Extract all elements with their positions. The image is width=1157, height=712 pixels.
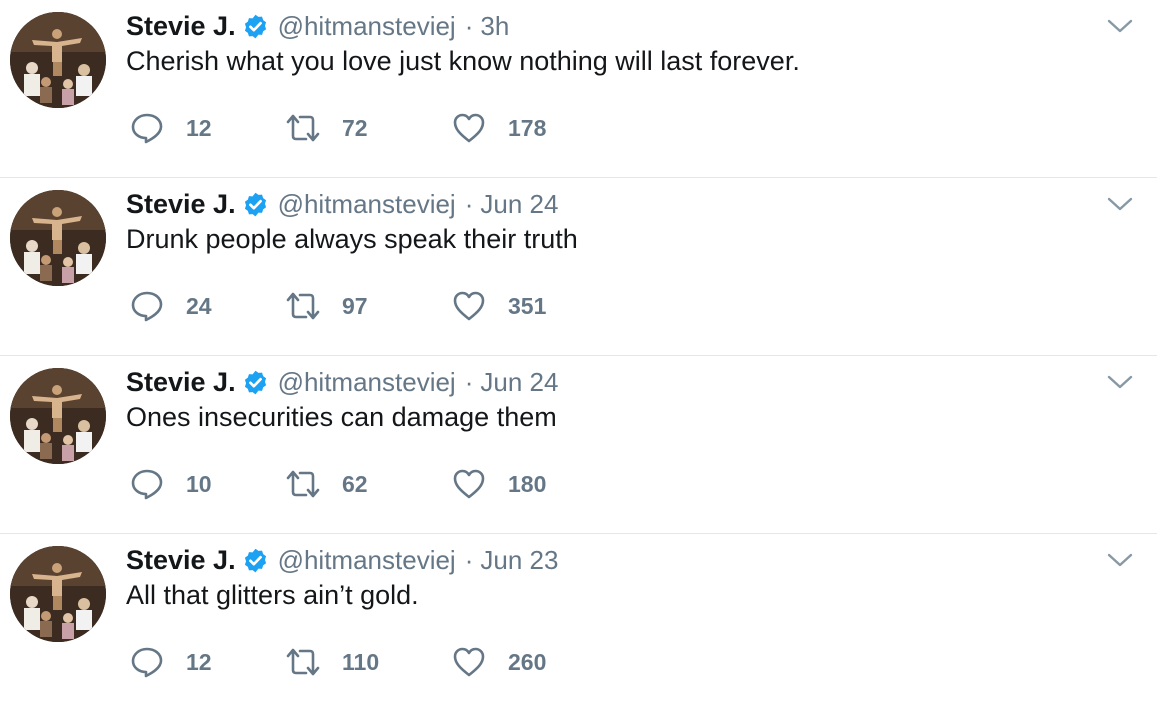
tweet[interactable]: Stevie J. @hitmansteviej · Jun 24 Ones i… [0,356,1157,534]
heart-outline-icon [452,112,486,144]
display-name[interactable]: Stevie J. [126,11,236,42]
avatar[interactable] [10,12,106,108]
tweet-feed: Stevie J. @hitmansteviej · 3h Cherish wh… [0,0,1157,696]
retweet-arrows-icon [284,111,322,145]
like-count: 260 [508,648,547,675]
verified-badge-icon [242,547,269,574]
retweet-count: 110 [342,648,380,675]
display-name[interactable]: Stevie J. [126,367,236,398]
retweet-arrows-icon [284,467,322,501]
retweet-arrows-icon [284,645,322,679]
retweet-arrows-icon [284,289,322,323]
verified-badge-icon [242,13,269,40]
tweet-text: Cherish what you love just know nothing … [126,46,800,76]
retweet-count: 97 [342,292,368,319]
reply-bubble-icon [130,111,164,145]
reply-bubble-icon [130,645,164,679]
retweet-count: 62 [342,470,368,497]
reply-count: 10 [186,470,212,497]
retweet-button[interactable]: 110 [284,642,379,682]
chevron-down-icon[interactable] [1107,552,1133,568]
chevron-down-icon[interactable] [1107,196,1133,212]
reply-bubble-icon [130,289,164,323]
timestamp[interactable]: Jun 24 [480,189,558,220]
tweet-header: Stevie J. @hitmansteviej · 3h [126,6,509,46]
timestamp[interactable]: Jun 23 [480,545,558,576]
verified-badge-icon [242,191,269,218]
reply-bubble-icon [130,467,164,501]
display-name[interactable]: Stevie J. [126,545,236,576]
tweet-text: All that glitters ain’t gold. [126,580,419,610]
reply-count: 12 [186,648,212,675]
separator-dot: · [464,10,474,41]
retweet-button[interactable]: 97 [284,286,368,326]
timestamp[interactable]: 3h [480,11,509,42]
reply-count: 12 [186,114,212,141]
avatar[interactable] [10,368,106,464]
like-count: 178 [508,114,547,141]
reply-button[interactable]: 12 [130,108,212,148]
heart-outline-icon [452,646,486,678]
like-button[interactable]: 351 [452,286,546,326]
avatar[interactable] [10,546,106,642]
chevron-down-icon[interactable] [1107,18,1133,34]
retweet-count: 72 [342,114,368,141]
tweet-header: Stevie J. @hitmansteviej · Jun 24 [126,184,558,224]
tweet[interactable]: Stevie J. @hitmansteviej · Jun 23 All th… [0,534,1157,712]
display-name[interactable]: Stevie J. [126,189,236,220]
separator-dot: · [464,544,474,575]
like-button[interactable]: 260 [452,642,546,682]
separator-dot: · [464,188,474,219]
like-button[interactable]: 180 [452,464,546,504]
tweet-text: Drunk people always speak their truth [126,224,578,254]
heart-outline-icon [452,468,486,500]
like-count: 351 [508,292,547,319]
retweet-button[interactable]: 72 [284,108,368,148]
handle[interactable]: @hitmansteviej [278,367,456,398]
tweet-text: Ones insecurities can damage them [126,402,557,432]
verified-badge-icon [242,369,269,396]
handle[interactable]: @hitmansteviej [278,189,456,220]
like-count: 180 [508,470,547,497]
chevron-down-icon[interactable] [1107,374,1133,390]
heart-outline-icon [452,290,486,322]
timestamp[interactable]: Jun 24 [480,367,558,398]
handle[interactable]: @hitmansteviej [278,11,456,42]
avatar[interactable] [10,190,106,286]
reply-button[interactable]: 10 [130,464,212,504]
tweet[interactable]: Stevie J. @hitmansteviej · Jun 24 Drunk … [0,178,1157,356]
reply-button[interactable]: 12 [130,642,212,682]
tweet[interactable]: Stevie J. @hitmansteviej · 3h Cherish wh… [0,0,1157,178]
retweet-button[interactable]: 62 [284,464,368,504]
separator-dot: · [464,366,474,397]
like-button[interactable]: 178 [452,108,546,148]
tweet-header: Stevie J. @hitmansteviej · Jun 23 [126,540,558,580]
handle[interactable]: @hitmansteviej [278,545,456,576]
reply-button[interactable]: 24 [130,286,212,326]
tweet-header: Stevie J. @hitmansteviej · Jun 24 [126,362,558,402]
reply-count: 24 [186,292,212,319]
